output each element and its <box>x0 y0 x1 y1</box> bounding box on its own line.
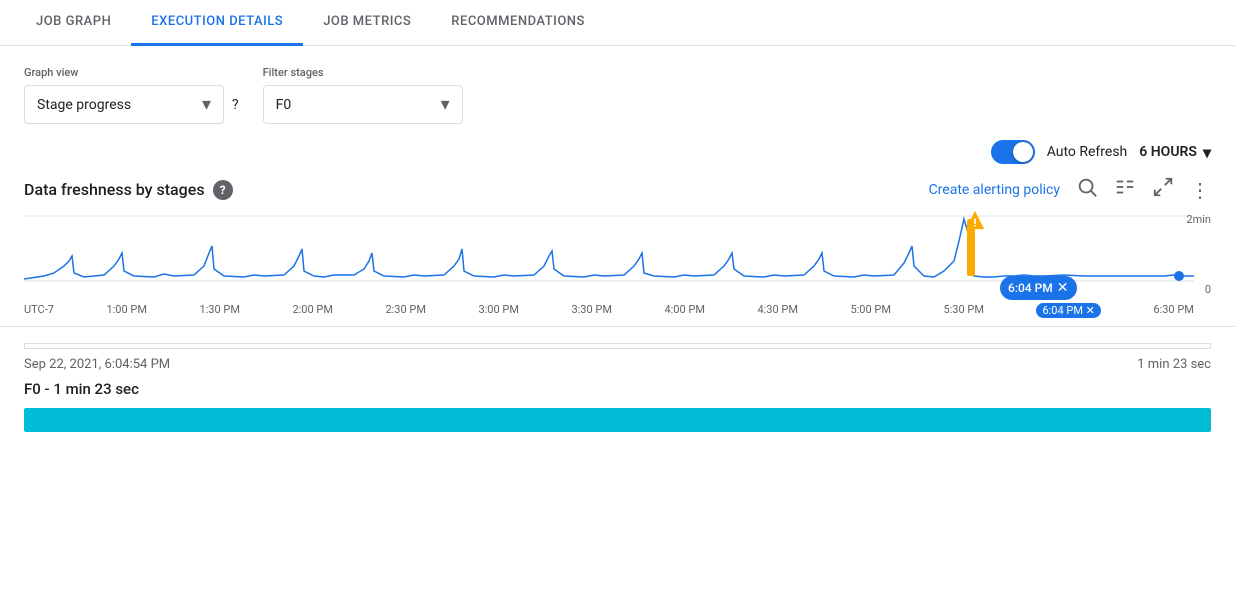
filter-stages-dropdown[interactable]: F0 ▾ <box>263 85 463 124</box>
warning-icon: ! <box>964 209 986 235</box>
toggle-switch[interactable] <box>991 140 1035 164</box>
x-label-330pm: 3:30 PM <box>571 303 611 318</box>
filter-stages-value: F0 <box>276 97 292 113</box>
legend-icon[interactable] <box>1114 176 1136 203</box>
svg-text:!: ! <box>974 216 977 229</box>
auto-refresh-row: Auto Refresh 6 HOURS ▾ <box>0 140 1235 176</box>
hours-arrow-icon: ▾ <box>1203 143 1211 162</box>
search-icon[interactable] <box>1076 176 1098 203</box>
chart-help-icon[interactable]: ? <box>213 180 233 200</box>
tab-job-graph[interactable]: JOB GRAPH <box>16 0 131 46</box>
hours-selector[interactable]: 6 HOURS ▾ <box>1139 143 1211 162</box>
x-label-2pm: 2:00 PM <box>292 303 332 318</box>
x-label-230pm: 2:30 PM <box>385 303 425 318</box>
tab-bar: JOB GRAPH EXECUTION DETAILS JOB METRICS … <box>0 0 1235 46</box>
x-label-430pm: 4:30 PM <box>757 303 797 318</box>
selected-time-value: 6:04 PM <box>1008 281 1053 295</box>
filter-stages-group: Filter stages F0 ▾ <box>263 66 463 124</box>
duration-label: 1 min 23 sec <box>1137 357 1211 372</box>
close-selected-time-icon[interactable]: ✕ <box>1057 280 1069 296</box>
tab-recommendations[interactable]: RECOMMENDATIONS <box>431 0 605 46</box>
timeline-bar <box>24 343 1211 349</box>
filter-stages-arrow: ▾ <box>441 94 450 115</box>
chart-title: Data freshness by stages <box>24 180 205 199</box>
progress-bar-fill <box>24 408 1211 432</box>
x-label-530pm: 5:30 PM <box>943 303 983 318</box>
selected-time-badge[interactable]: 6:04 PM ✕ <box>1000 276 1077 300</box>
chart-section: Data freshness by stages ? Create alerti… <box>0 176 1235 318</box>
y-min-label: 0 <box>1205 283 1211 296</box>
graph-view-help-icon[interactable]: ? <box>232 97 239 113</box>
controls-row: Graph view Stage progress ▾ ? Filter sta… <box>0 46 1235 140</box>
stage-label: F0 - 1 min 23 sec <box>24 380 1211 398</box>
x-label-4pm: 4:00 PM <box>664 303 704 318</box>
chart-container: 2min 0 ! 6:04 PM ✕ <box>24 211 1211 318</box>
graph-view-dropdown[interactable]: Stage progress ▾ <box>24 85 224 124</box>
x-label-3pm: 3:00 PM <box>478 303 518 318</box>
tab-job-metrics[interactable]: JOB METRICS <box>303 0 431 46</box>
chart-x-axis: UTC-7 1:00 PM 1:30 PM 2:00 PM 2:30 PM 3:… <box>24 301 1194 318</box>
x-label-130pm: 1:30 PM <box>199 303 239 318</box>
timestamp-label: Sep 22, 2021, 6:04:54 PM <box>24 357 170 372</box>
tab-execution-details[interactable]: EXECUTION DETAILS <box>131 0 303 46</box>
create-alert-link[interactable]: Create alerting policy <box>929 182 1060 198</box>
graph-view-arrow: ▾ <box>202 94 211 115</box>
chart-line <box>24 219 1194 279</box>
graph-view-label: Graph view <box>24 66 239 79</box>
graph-view-value: Stage progress <box>37 97 131 113</box>
x-label-5pm: 5:00 PM <box>850 303 890 318</box>
toggle-track <box>991 140 1035 164</box>
graph-view-group: Graph view Stage progress ▾ ? <box>24 66 239 124</box>
auto-refresh-label: Auto Refresh <box>1047 144 1128 160</box>
toggle-thumb <box>1013 142 1033 162</box>
fullscreen-icon[interactable] <box>1152 176 1174 203</box>
y-max-label: 2min <box>1186 213 1211 226</box>
chart-header: Data freshness by stages ? Create alerti… <box>24 176 1211 203</box>
filter-stages-label: Filter stages <box>263 66 463 79</box>
hours-value: 6 HOURS <box>1139 144 1197 160</box>
bottom-panel: Sep 22, 2021, 6:04:54 PM 1 min 23 sec F0… <box>0 326 1235 432</box>
x-label-630pm: 6:30 PM <box>1153 303 1193 318</box>
progress-bar-container <box>24 408 1211 432</box>
x-label-1pm: 1:00 PM <box>106 303 146 318</box>
timestamp-row: Sep 22, 2021, 6:04:54 PM 1 min 23 sec <box>24 357 1211 372</box>
chart-actions: Create alerting policy ⋮ <box>929 176 1211 203</box>
x-label-604pm: 6:04 PM ✕ <box>1036 303 1100 318</box>
x-label-utc: UTC-7 <box>24 303 54 318</box>
selected-time-container: 6:04 PM ✕ <box>1000 276 1077 300</box>
more-options-icon[interactable]: ⋮ <box>1190 178 1211 202</box>
